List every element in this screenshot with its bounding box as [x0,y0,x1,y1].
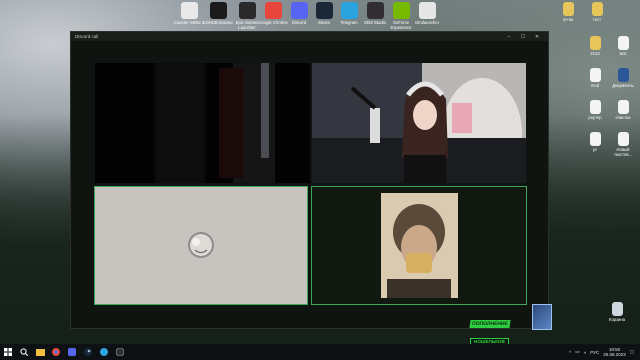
desktop-icon-label: очистка [615,115,631,120]
search-icon[interactable] [16,344,32,360]
nitro-icon [418,2,436,19]
chevron-up-icon[interactable]: ^ [569,350,571,355]
desktop-icon[interactable]: Корзина [602,302,632,322]
desktop-icon[interactable]: роутер [580,100,610,120]
video-tile-3[interactable] [95,187,307,304]
clock-date: 25.08.2023 [603,352,626,357]
desktop-icon[interactable]: Документы [608,68,638,88]
desktop-icon-label: nitrolauncher [414,20,440,25]
chrome-icon[interactable] [48,344,64,360]
lghub-icon [209,2,227,19]
desktop-icon[interactable]: оч-ки [553,2,583,22]
obs-icon[interactable] [112,344,128,360]
desktop-icon[interactable]: nitrolauncher [408,2,446,25]
window-titlebar[interactable]: Discord call – ☐ ✕ [71,32,548,41]
cs2-icon [180,2,198,19]
file-icon [589,132,601,146]
video-tile-4[interactable] [312,187,526,304]
desktop-icon-label: Документы [612,83,634,88]
geforce-icon [392,2,410,19]
file-icon [617,100,629,114]
desktop-icon-label: 2123 [590,51,600,56]
desktop-icon-label: mod [590,83,600,88]
camera-feed-dark [95,63,310,183]
windows-icon[interactable] [0,344,16,360]
desktop-icon-label: pr [593,147,597,152]
overlay-line-1: ПОПОЛНЕНИЕ [469,320,511,328]
camera-feed-person [312,187,526,304]
file-icon [589,68,601,82]
stream-overlay-badge: ПОПОЛНЕНИЕ НОШЕЛЬКОВ [469,312,520,345]
archive-icon [589,36,601,50]
avatar [95,187,307,304]
overlay-sticker-icon [532,304,552,330]
call-window: Discord call – ☐ ✕ [71,32,548,328]
desktop-icon[interactable]: очистка [608,100,638,120]
desktop-icon[interactable]: pr [580,132,610,152]
telegram-icon[interactable] [96,344,112,360]
minimize-button[interactable]: – [502,34,516,40]
taskbar: ^ ▭ ◖ РУС 18:50 25.08.2023 ▢ [0,344,640,360]
volume-icon[interactable]: ◖ [583,350,586,355]
file-icon [617,36,629,50]
language-indicator[interactable]: РУС [590,350,599,355]
desktop-icon[interactable]: mod [580,68,610,88]
obs-icon [366,2,384,19]
recycle-bin-icon [611,302,623,316]
archive-icon [562,2,574,16]
word-icon [617,68,629,82]
video-tile-2[interactable] [312,63,526,183]
chrome-icon [264,2,282,19]
desktop-icon-label: роутер [588,115,602,120]
desktop-icon-label: тест [592,17,602,22]
notification-icon[interactable]: ▢ [630,349,634,355]
desktop-icon-label: Корзина [609,317,625,322]
epic-icon [238,2,256,19]
window-title: Discord call [75,34,99,39]
folder-icon [591,2,603,16]
clock[interactable]: 18:50 25.08.2023 [603,347,626,358]
desktop-icon-label: оч-ки [563,17,573,22]
network-icon[interactable]: ▭ [575,349,579,355]
desktop-icon-label: Новый текстов... [613,147,633,157]
video-tile-1[interactable] [95,63,310,183]
desktop-icon-label: text [619,51,627,56]
camera-feed-streamer [312,63,526,183]
file-icon [617,132,629,146]
close-button[interactable]: ✕ [530,34,544,40]
maximize-button[interactable]: ☐ [516,34,530,40]
desktop-icon[interactable]: Новый текстов... [608,132,638,157]
explorer-icon[interactable] [32,344,48,360]
steam-icon[interactable] [80,344,96,360]
file-icon [589,100,601,114]
desktop-icon[interactable]: text [608,36,638,56]
desktop-icon[interactable]: тест [582,2,612,22]
telegram-icon [340,2,358,19]
discord-icon[interactable] [64,344,80,360]
system-tray: ^ ▭ ◖ РУС 18:50 25.08.2023 ▢ [569,347,640,358]
desktop-icon[interactable]: 2123 [580,36,610,56]
